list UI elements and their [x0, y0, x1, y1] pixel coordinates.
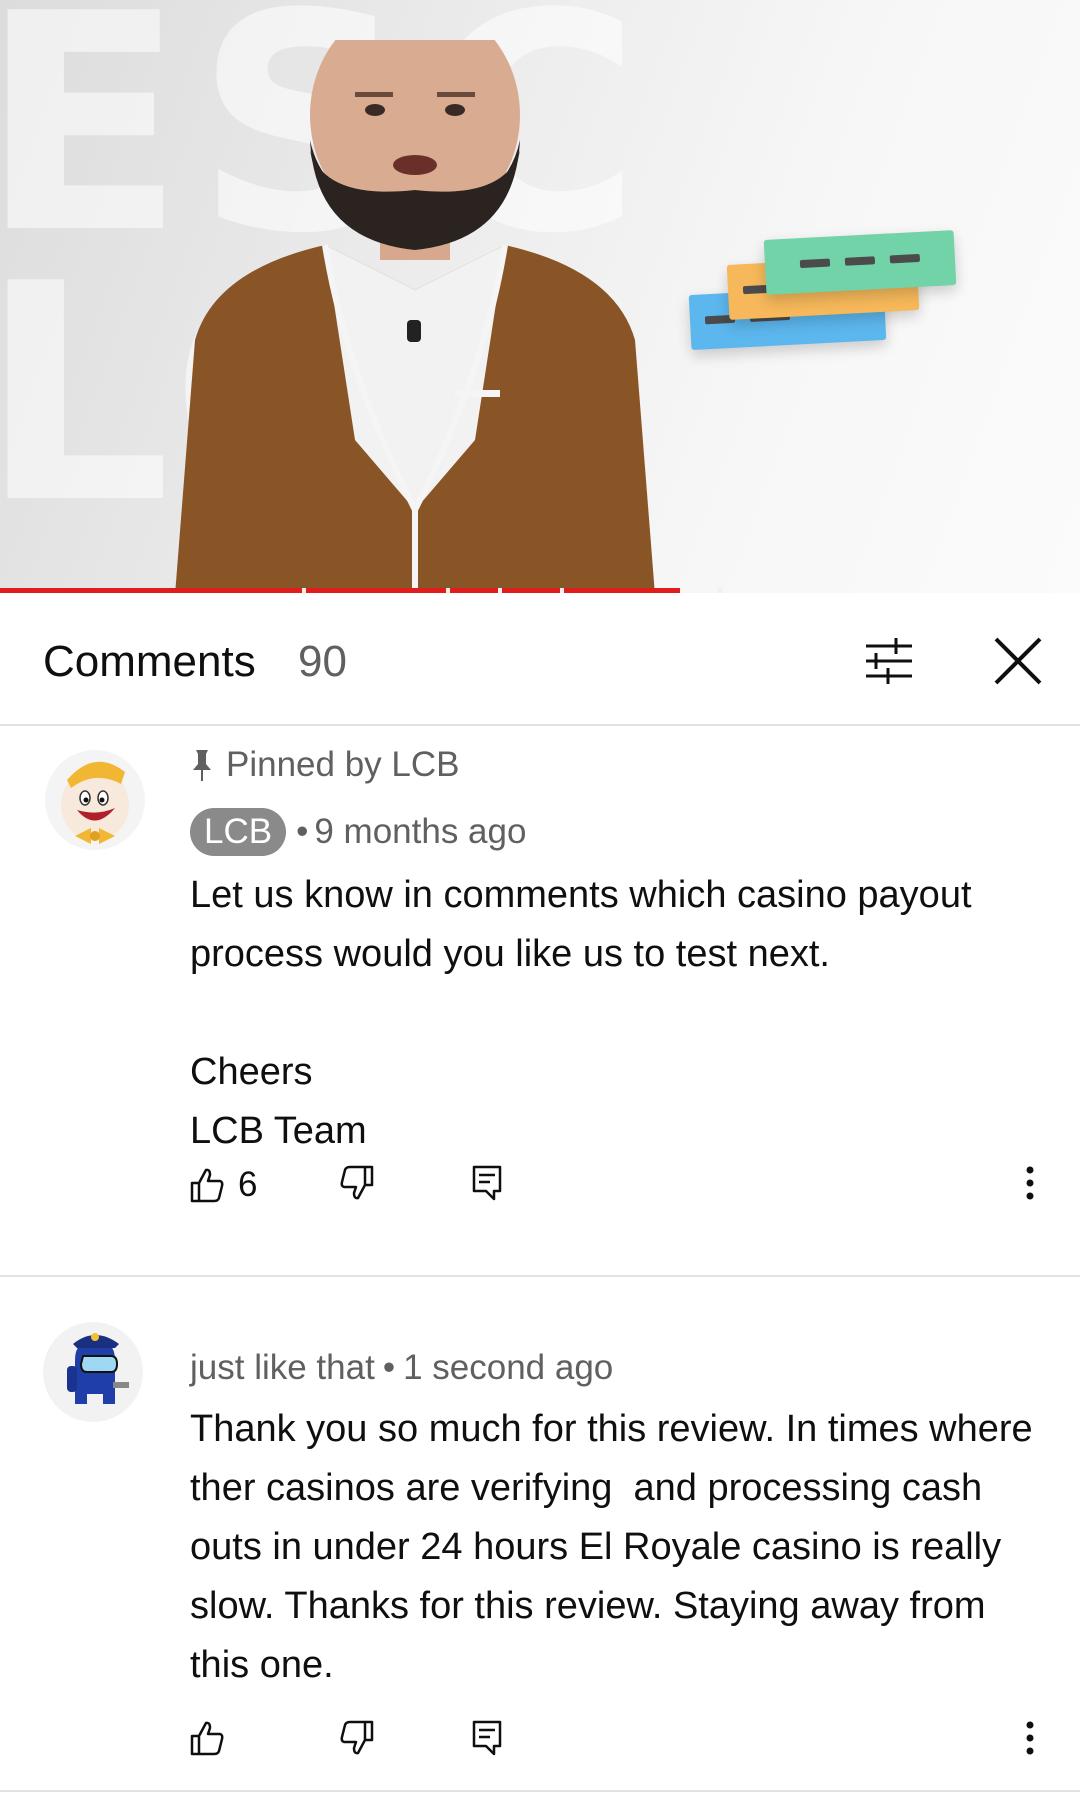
- comment-actions: [190, 1720, 1050, 1770]
- video-player[interactable]: ESCLO: [0, 0, 1080, 593]
- comment-actions: 6: [190, 1165, 1050, 1215]
- pinned-text: Pinned by LCB: [226, 745, 460, 784]
- reply-icon: [472, 1720, 502, 1756]
- like-count: 6: [238, 1165, 258, 1204]
- thumbs-up-icon: [190, 1168, 224, 1203]
- dislike-button[interactable]: [340, 1165, 374, 1201]
- comments-count: 90: [298, 637, 347, 686]
- thumbs-up-icon: [190, 1721, 224, 1756]
- more-options-icon[interactable]: [1025, 1165, 1035, 1201]
- like-button[interactable]: 6: [190, 1165, 257, 1205]
- comments-panel-header: Comments 90: [0, 597, 1080, 726]
- reply-icon: [472, 1165, 502, 1201]
- comment-meta: just like that • 1 second ago: [190, 1348, 613, 1388]
- pinned-label: Pinned by LCB: [190, 745, 459, 785]
- comment-time[interactable]: 1 second ago: [403, 1348, 613, 1388]
- reply-button[interactable]: [472, 1165, 502, 1201]
- close-icon[interactable]: [990, 633, 1046, 689]
- comment-text: Let us know in comments which casino pay…: [190, 874, 972, 1152]
- reply-button[interactable]: [472, 1720, 502, 1756]
- pin-icon: [193, 750, 211, 781]
- video-progress-fill: [0, 588, 681, 593]
- author-name-badge[interactable]: LCB: [190, 808, 287, 856]
- comment-divider: [0, 1275, 1080, 1277]
- avatar[interactable]: [43, 1322, 143, 1422]
- comments-title: Comments: [43, 637, 256, 686]
- comment-time[interactable]: 9 months ago: [314, 812, 526, 852]
- presenter-figure: [175, 40, 655, 593]
- author-name[interactable]: just like that: [190, 1348, 375, 1388]
- more-options-icon[interactable]: [1025, 1720, 1035, 1756]
- comment-item: just like that • 1 second ago Thank you …: [0, 1300, 1080, 1797]
- comment-item: Pinned by LCB LCB • 9 months ago Let us …: [0, 740, 1080, 1270]
- comment-text: Thank you so much for this review. In ti…: [190, 1408, 1044, 1686]
- dislike-button[interactable]: [340, 1720, 374, 1756]
- comment-meta: LCB • 9 months ago: [190, 808, 526, 856]
- like-button[interactable]: [190, 1720, 238, 1756]
- meta-separator: •: [382, 1348, 396, 1387]
- sort-filter-icon[interactable]: [862, 634, 916, 688]
- avatar[interactable]: [45, 750, 145, 850]
- thumbs-down-icon: [340, 1720, 374, 1755]
- sticky-notes-graphic: [688, 230, 970, 360]
- meta-separator: •: [296, 812, 309, 851]
- comment-divider: [0, 1790, 1080, 1792]
- video-progress-bar[interactable]: [0, 588, 1080, 593]
- thumbs-down-icon: [340, 1165, 374, 1200]
